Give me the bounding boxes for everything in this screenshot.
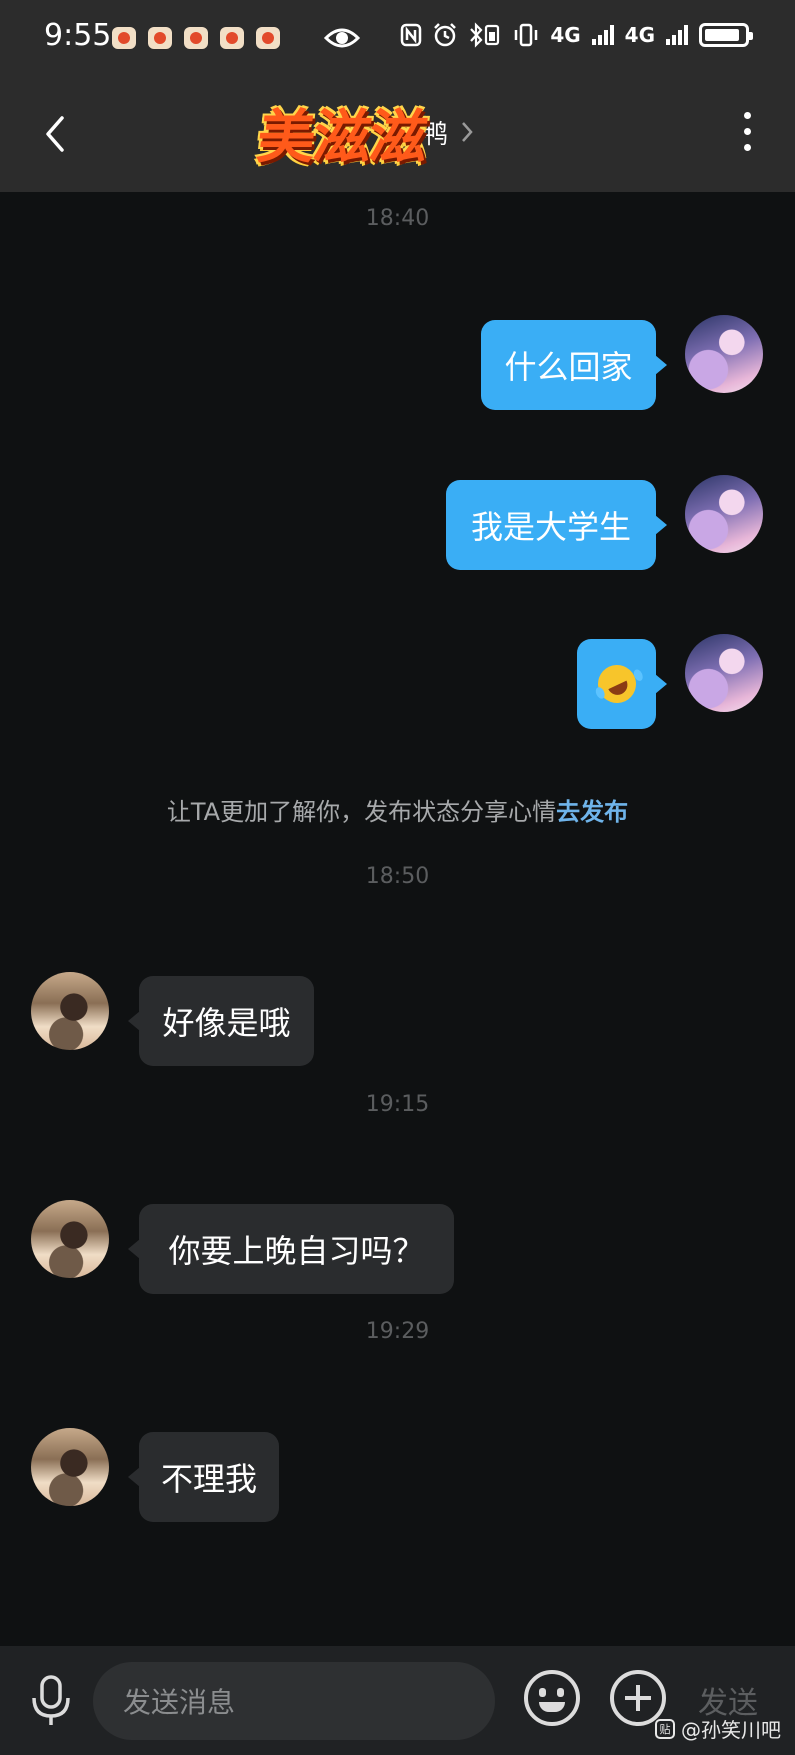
vibrate-icon: [515, 23, 538, 47]
tomato-app-icon: [112, 27, 136, 49]
chat-header: 美滋滋 鸭: [0, 78, 795, 192]
contact-avatar[interactable]: [31, 1428, 109, 1506]
tip-text: 让TA更加了解你，发布状态分享心情: [166, 798, 557, 826]
eye-icon: [324, 28, 360, 48]
message-text: 不理我: [160, 1460, 257, 1498]
status-tip: 让TA更加了解你，发布状态分享心情去发布: [0, 792, 795, 827]
back-arrow-icon[interactable]: [40, 114, 70, 154]
message-input-placeholder: 发送消息: [123, 1686, 236, 1719]
system-status-icons: 4G 4G: [400, 22, 753, 48]
tomato-app-icon: [148, 27, 172, 49]
contact-avatar[interactable]: [31, 972, 109, 1050]
rolling-laughing-emoji-icon: [591, 658, 642, 710]
nfc-icon: [401, 23, 422, 47]
network-type-1: 4G: [550, 23, 581, 47]
emoji-icon[interactable]: [524, 1670, 580, 1726]
timestamp: 18:40: [365, 206, 430, 231]
tomato-app-icon: [256, 27, 280, 49]
my-avatar[interactable]: [685, 475, 763, 553]
message-text: 好像是哦: [162, 1004, 291, 1042]
publish-link[interactable]: 去发布: [556, 798, 628, 826]
clock: 9:55: [44, 18, 112, 53]
chevron-right-icon: [462, 122, 473, 142]
timestamp: 19:29: [365, 1319, 430, 1344]
my-avatar[interactable]: [685, 315, 763, 393]
my-message-bubble[interactable]: 什么回家: [481, 320, 667, 410]
notification-icons: [112, 27, 280, 49]
message-text: 什么回家: [504, 348, 633, 386]
their-message-bubble[interactable]: 不理我: [128, 1432, 279, 1522]
more-options-icon[interactable]: [739, 112, 755, 156]
watermark-text: @孙笑川吧: [681, 1718, 781, 1742]
battery-icon: [699, 23, 753, 47]
status-bar: 9:55 4G 4G: [0, 0, 795, 78]
their-message-bubble[interactable]: 你要上晚自习吗？: [128, 1204, 454, 1294]
message-text: 我是大学生: [470, 508, 631, 546]
input-bar: 发送消息 发送 贴 @孙笑川吧: [0, 1646, 795, 1755]
their-message-bubble[interactable]: 好像是哦: [128, 976, 314, 1066]
contact-name-button[interactable]: 美滋滋 鸭: [254, 92, 474, 172]
message-text: 你要上晚自习吗？: [168, 1232, 425, 1270]
my-avatar[interactable]: [685, 634, 763, 712]
my-message-bubble[interactable]: 我是大学生: [446, 480, 667, 570]
contact-name-logo: 美滋滋: [253, 103, 430, 171]
message-input[interactable]: 发送消息: [93, 1662, 495, 1740]
timestamp: 19:15: [365, 1092, 430, 1117]
network-type-2: 4G: [624, 23, 655, 47]
my-message-bubble[interactable]: [577, 639, 667, 729]
timestamp: 18:50: [365, 864, 430, 889]
tieba-logo-icon: 贴: [655, 1718, 675, 1739]
signal-icon: [666, 25, 688, 45]
watermark: 贴 @孙笑川吧: [655, 1714, 781, 1743]
tomato-app-icon: [184, 27, 208, 49]
microphone-icon[interactable]: [28, 1674, 74, 1728]
alarm-icon: [434, 23, 457, 47]
signal-icon: [591, 25, 614, 45]
bluetooth-battery-icon: [470, 22, 500, 48]
tomato-app-icon: [220, 27, 244, 49]
message-list[interactable]: 18:40 什么回家 我是大学生 让TA更加了解你，发布状态分享心情去发布 18…: [0, 192, 795, 1646]
contact-avatar[interactable]: [31, 1200, 109, 1278]
